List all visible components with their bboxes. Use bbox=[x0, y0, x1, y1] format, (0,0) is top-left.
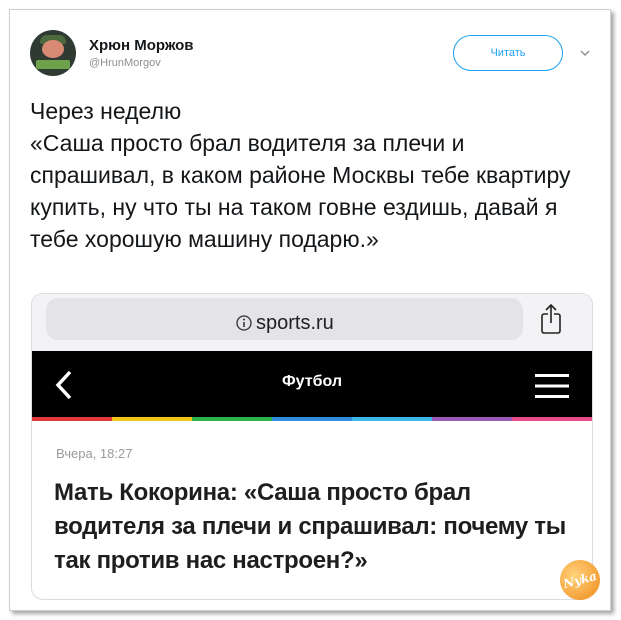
follow-button[interactable]: Читать bbox=[453, 35, 563, 71]
hamburger-menu-icon[interactable] bbox=[535, 373, 569, 399]
author-handle[interactable]: @HrunMorgov bbox=[89, 57, 161, 69]
avatar-band bbox=[36, 60, 70, 69]
stripe-segment bbox=[272, 417, 352, 421]
color-stripe bbox=[32, 417, 592, 421]
avatar[interactable] bbox=[30, 30, 76, 76]
url-field[interactable]: sports.ru bbox=[46, 298, 523, 340]
tweet-text: Через неделю «Саша просто брал водителя … bbox=[30, 98, 571, 252]
avatar-face bbox=[42, 40, 64, 58]
article-headline[interactable]: Мать Кокорина: «Саша просто брал водител… bbox=[54, 476, 574, 578]
article-date: Вчера, 18:27 bbox=[56, 446, 133, 461]
info-icon bbox=[236, 315, 252, 331]
stripe-segment bbox=[352, 417, 432, 421]
site-navbar: Футбол bbox=[32, 351, 592, 417]
watermark-text: Nyka bbox=[561, 568, 599, 592]
share-icon[interactable] bbox=[539, 303, 563, 335]
chevron-down-icon[interactable] bbox=[579, 47, 591, 59]
stripe-segment bbox=[112, 417, 192, 421]
stripe-segment bbox=[32, 417, 112, 421]
author-name[interactable]: Хрюн Моржов bbox=[89, 37, 193, 54]
stripe-segment bbox=[192, 417, 272, 421]
stripe-segment bbox=[512, 417, 592, 421]
tweet-card: Хрюн Моржов @HrunMorgov Читать Через нед… bbox=[9, 9, 611, 611]
embedded-screenshot[interactable]: sports.ru Футбол Вчера, 18:27 Мать Кокор… bbox=[31, 293, 593, 600]
url-text: sports.ru bbox=[256, 312, 334, 334]
section-title: Футбол bbox=[281, 373, 342, 390]
browser-url-bar: sports.ru bbox=[32, 294, 592, 351]
stripe-segment bbox=[432, 417, 512, 421]
